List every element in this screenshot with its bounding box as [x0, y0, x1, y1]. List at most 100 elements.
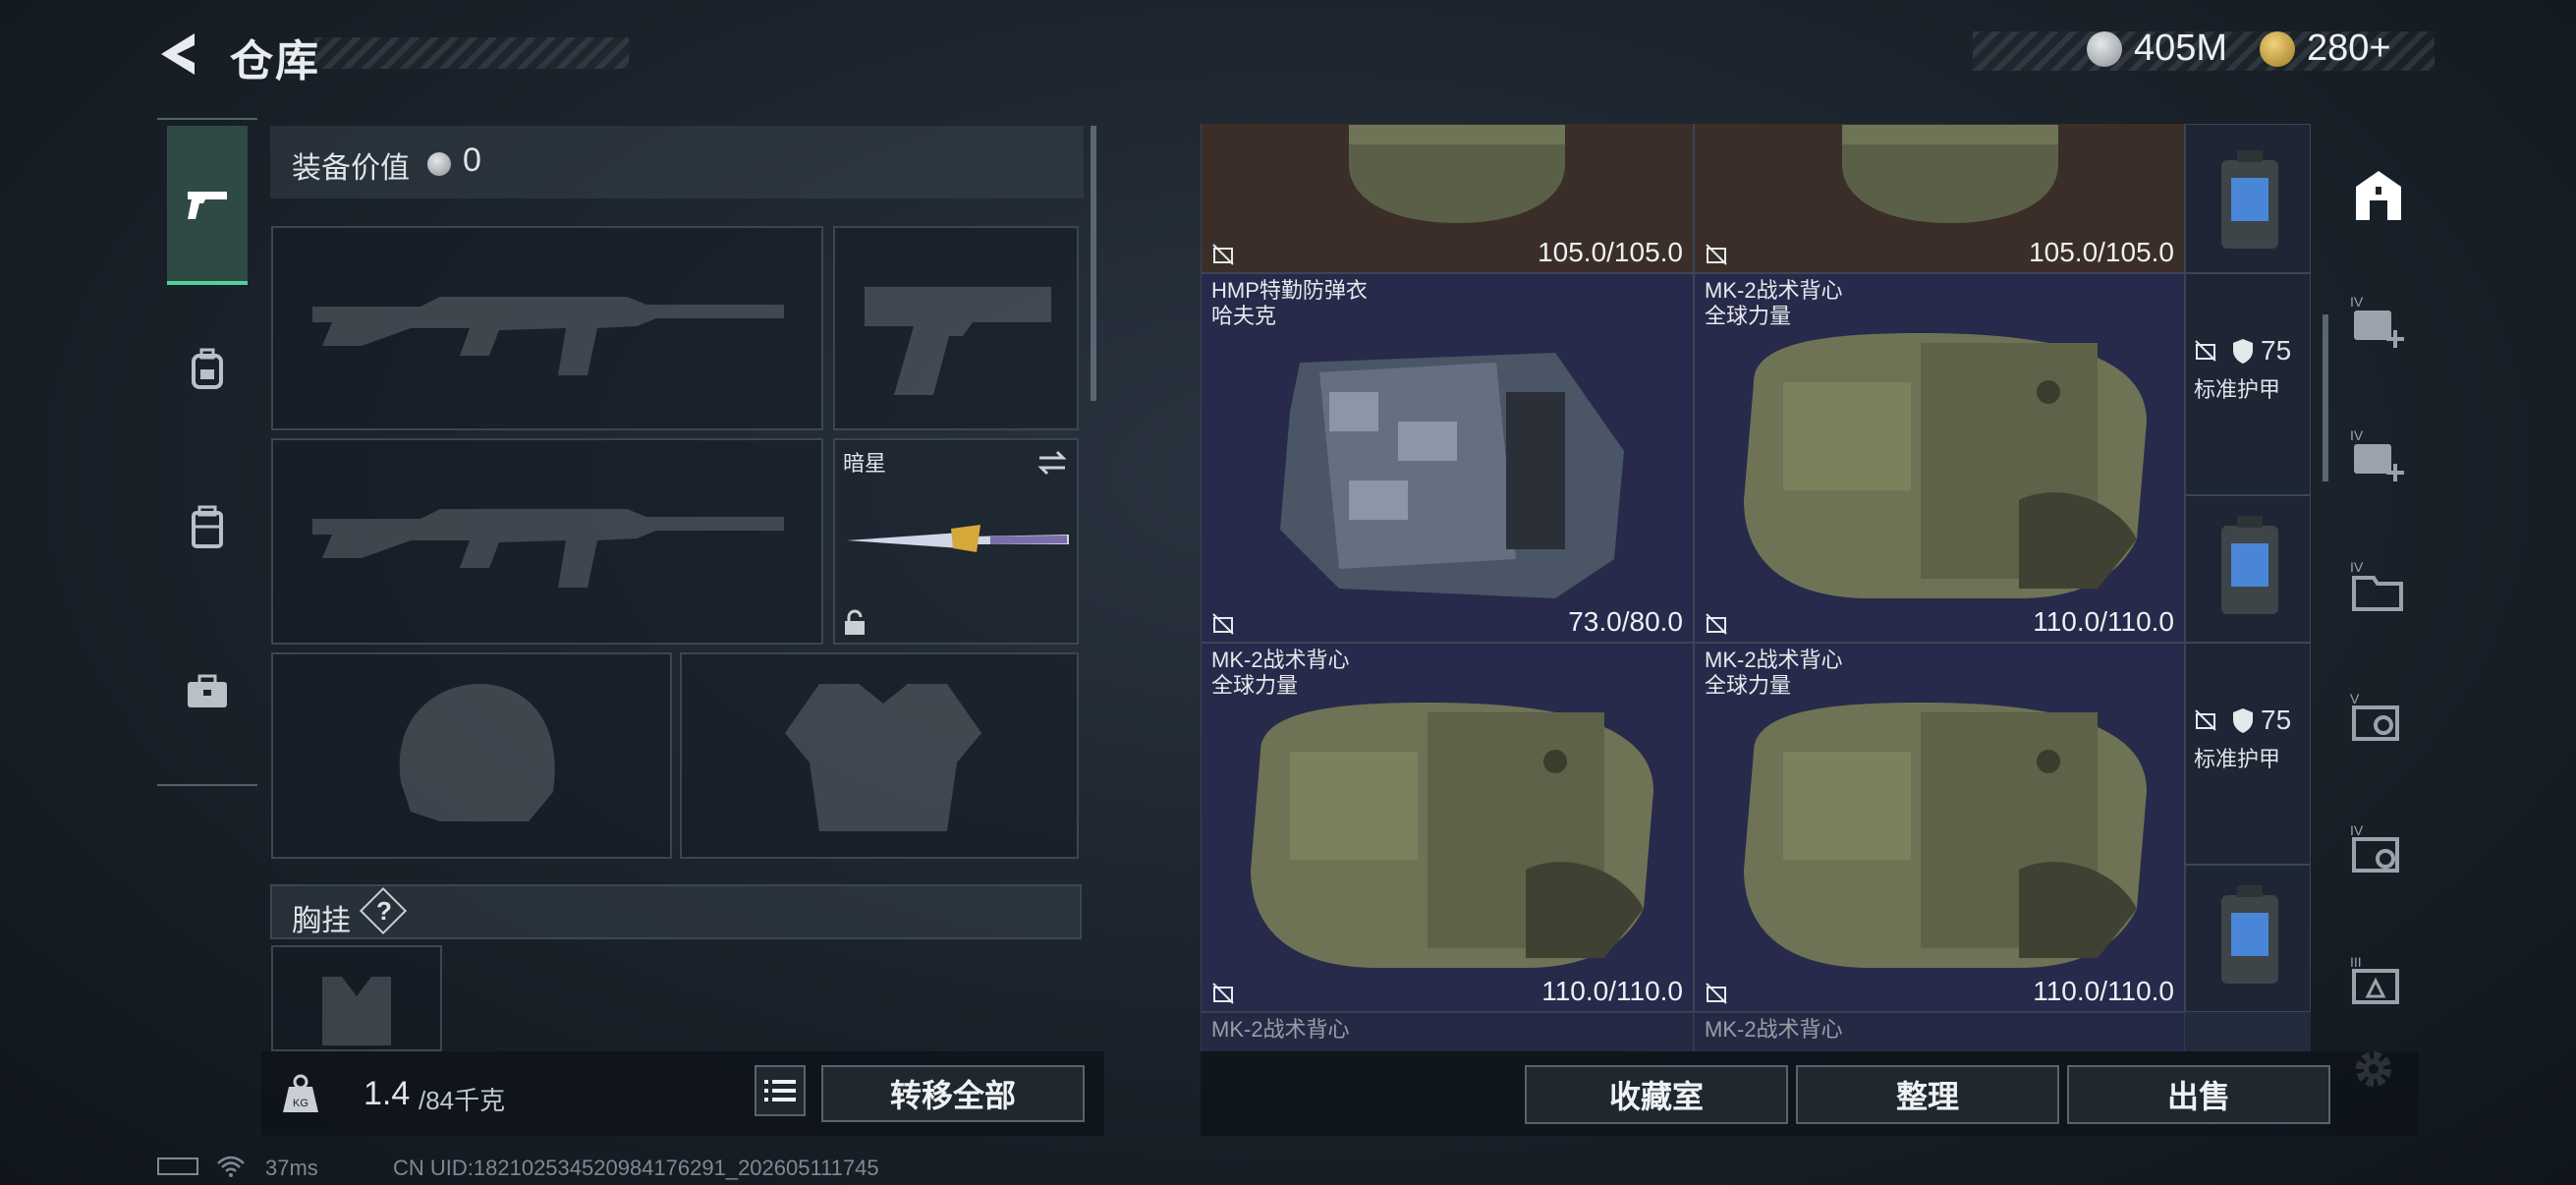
item-durability: 73.0/80.0: [1568, 606, 1683, 637]
silver-currency[interactable]: 405M: [2087, 28, 2227, 70]
ping-value: 37ms: [265, 1156, 318, 1180]
warehouse-home-button[interactable]: [2348, 165, 2409, 226]
helmet-slot[interactable]: [271, 652, 672, 859]
transfer-all-button[interactable]: 转移全部: [821, 1065, 1085, 1122]
secondary-weapon-slot[interactable]: [271, 438, 823, 645]
silver-amount: 405M: [2134, 28, 2228, 69]
no-drop-icon: [1706, 244, 1727, 265]
helmet-silhouette-icon: [399, 684, 555, 821]
chest-rig-slot[interactable]: [271, 945, 442, 1051]
grid-item-hmp-vest[interactable]: HMP特勤防弹衣 哈夫克 73.0/80.0: [1201, 273, 1694, 643]
grid-item-mk2-vest-5[interactable]: MK-2战术背心: [1694, 1012, 2185, 1051]
grid-item-mk2-vest-4[interactable]: MK-2战术背心: [1201, 1012, 1694, 1051]
no-drop-icon: [2195, 709, 2216, 731]
primary-weapon-slot[interactable]: [271, 226, 823, 430]
add-storage-icon: IV: [2350, 294, 2404, 348]
melee-slot[interactable]: 暗星: [833, 438, 1079, 645]
item-durability: 110.0/110.0: [1541, 976, 1683, 1006]
sort-button[interactable]: 整理: [1796, 1065, 2059, 1124]
tool-case-button[interactable]: IV: [2348, 819, 2409, 880]
swap-icon[interactable]: [1036, 448, 1069, 478]
battery-device-icon: [2221, 885, 2278, 984]
triangle-case-button[interactable]: III: [2348, 951, 2409, 1012]
grid-info-armor-1[interactable]: 75 标准护甲: [2185, 273, 2311, 495]
tab-toolbox[interactable]: [167, 613, 248, 770]
item-name: MK-2战术背心 全球力量: [1705, 278, 1843, 328]
sell-button[interactable]: 出售: [2067, 1065, 2330, 1124]
grid-item-vest-top-2[interactable]: 105.0/105.0: [1694, 124, 2185, 273]
add-storage-icon: IV: [2350, 427, 2404, 481]
vest-image-icon: [1349, 125, 1565, 223]
equipment-value-bar: 装备价值 0: [270, 126, 1084, 198]
svg-text:IV: IV: [2350, 559, 2364, 575]
tab-weapons[interactable]: [167, 126, 248, 285]
rifle-silhouette-icon: [312, 509, 784, 588]
tab-backpack[interactable]: [167, 291, 248, 448]
mk2-vest-image-icon: [1744, 703, 2147, 968]
knife-icon: [847, 525, 1069, 552]
help-mark: ?: [376, 896, 392, 926]
item-name: MK-2战术背心 全球力量: [1705, 648, 1843, 698]
storage-case-button[interactable]: IV: [2348, 556, 2409, 617]
uid-text: CN UID:182102534520984176291_20260511174…: [393, 1156, 879, 1180]
list-view-button[interactable]: [755, 1065, 806, 1116]
item-durability: 105.0/105.0: [1538, 237, 1683, 267]
folder-icon: IV: [2350, 559, 2403, 611]
gold-coin-icon: [2260, 30, 2295, 67]
no-drop-icon: [2195, 340, 2216, 362]
svg-text:IV: IV: [2350, 427, 2364, 443]
grid-scrollbar[interactable]: [2323, 314, 2328, 481]
vest-image-icon: [1842, 125, 2058, 223]
battery-device-icon: [2221, 150, 2278, 249]
gold-amount: 280+: [2307, 28, 2391, 69]
case-icon: [192, 505, 223, 548]
no-drop-icon: [1212, 244, 1234, 265]
armor-label: 标准护甲: [2194, 377, 2281, 402]
action-bar: 收藏室 整理 出售: [1201, 1051, 2419, 1136]
pistol-icon: [188, 192, 227, 219]
body-armor-slot[interactable]: [680, 652, 1079, 859]
hmp-vest-image-icon: [1280, 353, 1624, 598]
grid-info-armor-2[interactable]: 75 标准护甲: [2185, 643, 2311, 865]
capacity-bar: KG 1.4 /84千克 转移全部: [261, 1051, 1104, 1136]
no-drop-icon: [1706, 613, 1727, 635]
list-icon: [764, 1080, 796, 1101]
silver-coin-icon: [427, 152, 451, 176]
vault-icon: [2356, 171, 2401, 220]
expand-slot-button-1[interactable]: IV: [2348, 291, 2409, 352]
case-search-icon: IV: [2350, 822, 2399, 873]
shield-icon: [2233, 339, 2253, 364]
svg-text:III: III: [2350, 954, 2362, 970]
rifle-silhouette-icon: [312, 297, 784, 375]
item-name: MK-2战术背心: [1705, 1017, 1843, 1042]
grid-item-mk2-vest-3[interactable]: MK-2战术背心 全球力量 110.0/110.0: [1694, 643, 2185, 1012]
shield-icon: [2233, 708, 2253, 733]
grid-item-battery-1[interactable]: [2185, 124, 2311, 273]
tab-container[interactable]: [167, 448, 248, 605]
capacity-max: /84千克: [419, 1086, 506, 1115]
equipment-value: 0: [463, 141, 481, 179]
page-title: 仓库: [230, 37, 320, 85]
svg-text:IV: IV: [2350, 294, 2364, 310]
back-arrow-icon[interactable]: [155, 29, 204, 79]
svg-text:IV: IV: [2350, 822, 2364, 838]
search-case-button[interactable]: V: [2348, 688, 2409, 749]
grid-item-mk2-vest-1[interactable]: MK-2战术背心 全球力量 110.0/110.0: [1694, 273, 2185, 643]
left-scrollbar[interactable]: [1091, 126, 1096, 401]
grid-item-battery-3[interactable]: [2185, 865, 2311, 1012]
expand-slot-button-2[interactable]: IV: [2348, 424, 2409, 485]
toolbox-icon: [188, 674, 227, 707]
grid-item-battery-2[interactable]: [2185, 495, 2311, 643]
pistol-slot[interactable]: [833, 226, 1079, 430]
chest-rig-silhouette-icon: [322, 977, 391, 1045]
wifi-icon: [217, 1156, 245, 1177]
grid-item-vest-top-1[interactable]: 105.0/105.0: [1201, 124, 1694, 273]
melee-name: 暗星: [843, 451, 887, 476]
armor-silhouette-icon: [785, 684, 981, 831]
svg-text:V: V: [2350, 691, 2360, 706]
grid-item-mk2-vest-2[interactable]: MK-2战术背心 全球力量 110.0/110.0: [1201, 643, 1694, 1012]
inventory-grid: 105.0/105.0 105.0/105.0 HMP特勤防弹衣 哈夫克 73.0…: [1201, 124, 2311, 1051]
gold-currency[interactable]: 280+: [2260, 28, 2391, 70]
no-drop-icon: [1706, 983, 1727, 1004]
collection-room-button[interactable]: 收藏室: [1525, 1065, 1788, 1124]
